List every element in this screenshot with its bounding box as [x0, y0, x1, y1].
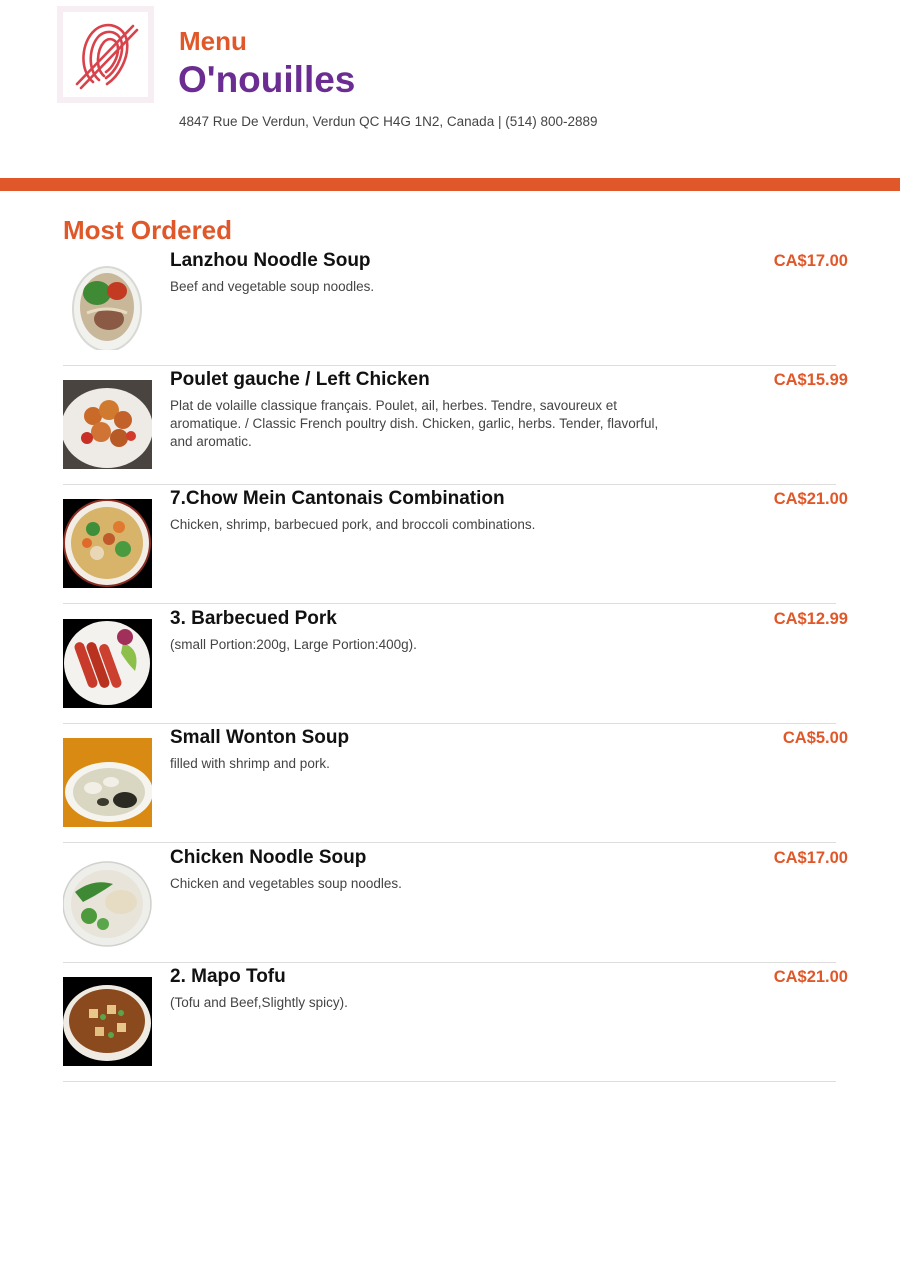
item-description: Chicken, shrimp, barbecued pork, and bro…	[170, 517, 536, 532]
wonton-soup-photo-icon	[63, 738, 152, 827]
menu-item[interactable]: 7.Chow Mein Cantonais Combination Chicke…	[63, 484, 848, 604]
item-description: filled with shrimp and pork.	[170, 756, 330, 771]
menu-item[interactable]: Chicken Noodle Soup Chicken and vegetabl…	[63, 843, 848, 963]
menu-item[interactable]: 2. Mapo Tofu (Tofu and Beef,Slightly spi…	[63, 962, 848, 1082]
menu-item[interactable]: Small Wonton Soup filled with shrimp and…	[63, 723, 848, 843]
item-name: Poulet gauche / Left Chicken	[170, 369, 430, 390]
item-name: 2. Mapo Tofu	[170, 966, 286, 987]
menu-item[interactable]: Poulet gauche / Left Chicken Plat de vol…	[63, 365, 848, 485]
menu-label: Menu	[179, 26, 247, 56]
item-price: CA$17.00	[773, 252, 848, 270]
item-name: Chicken Noodle Soup	[170, 847, 367, 868]
noodle-bowl-logo-icon	[63, 12, 148, 97]
noodle-soup-photo-icon	[63, 261, 152, 350]
bbq-pork-photo-icon	[63, 619, 152, 708]
item-price: CA$12.99	[773, 610, 848, 628]
item-description: Chicken and vegetables soup noodles.	[170, 876, 402, 891]
item-price: CA$17.00	[773, 849, 848, 867]
section-title: Most Ordered	[63, 215, 233, 245]
restaurant-address: 4847 Rue De Verdun, Verdun QC H4G 1N2, C…	[179, 114, 598, 129]
item-name: 3. Barbecued Pork	[170, 608, 337, 629]
item-price: CA$21.00	[773, 968, 848, 986]
item-price: CA$15.99	[773, 371, 848, 389]
item-name: 7.Chow Mein Cantonais Combination	[170, 488, 505, 509]
menu-item[interactable]: Lanzhou Noodle Soup Beef and vegetable s…	[63, 246, 848, 366]
menu-header: Menu O'nouilles 4847 Rue De Verdun, Verd…	[0, 0, 900, 178]
item-name: Small Wonton Soup	[170, 727, 350, 748]
menu-item[interactable]: 3. Barbecued Pork (small Portion:200g, L…	[63, 604, 848, 724]
header-divider	[0, 178, 900, 191]
item-description: Beef and vegetable soup noodles.	[170, 279, 375, 294]
restaurant-logo	[57, 6, 154, 103]
item-description: (Tofu and Beef,Slightly spicy).	[170, 995, 348, 1010]
chicken-noodle-soup-photo-icon	[63, 858, 152, 947]
item-price: CA$21.00	[773, 490, 848, 508]
chicken-dish-photo-icon	[63, 380, 152, 469]
restaurant-name: O'nouilles	[178, 59, 356, 100]
item-price: CA$5.00	[782, 729, 848, 747]
item-description: (small Portion:200g, Large Portion:400g)…	[170, 637, 417, 652]
item-description: Plat de volaille classique français. Pou…	[170, 398, 659, 449]
item-name: Lanzhou Noodle Soup	[170, 250, 371, 271]
mapo-tofu-photo-icon	[63, 977, 152, 1066]
chow-mein-photo-icon	[63, 499, 152, 588]
